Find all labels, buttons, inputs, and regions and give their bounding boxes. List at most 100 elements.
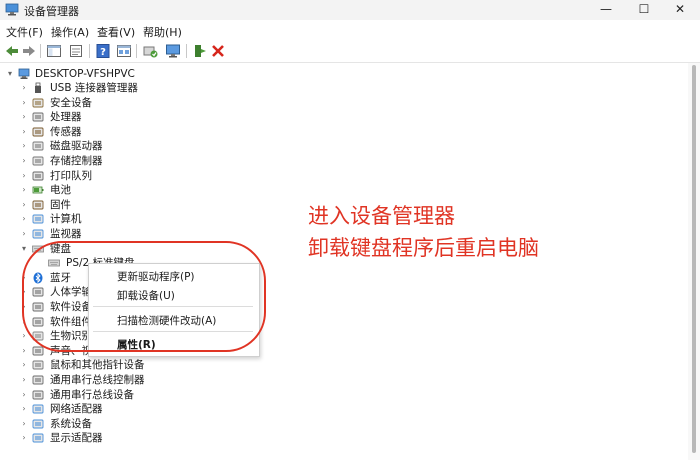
collapsed-caret-icon[interactable]: ›: [20, 417, 28, 431]
security-device-icon: [32, 98, 44, 108]
menu-view[interactable]: 查看(V): [97, 24, 135, 40]
menu-file[interactable]: 文件(F): [6, 24, 43, 40]
monitor-icon[interactable]: [165, 43, 181, 59]
show-hide-console-tree-icon[interactable]: [46, 43, 62, 59]
collapsed-caret-icon[interactable]: ›: [20, 110, 28, 124]
tree-item[interactable]: › 安全设备: [20, 96, 280, 110]
minimize-button[interactable]: —: [586, 0, 626, 20]
tree-item[interactable]: › 通用串行总线控制器: [20, 373, 280, 387]
device-manager-app-icon: [5, 3, 19, 16]
collapsed-caret-icon[interactable]: ›: [20, 227, 28, 241]
tree-item-label: 网络适配器: [50, 403, 103, 416]
sensor-icon: [32, 127, 44, 137]
title-bar: 设备管理器 — ☐ ✕: [0, 0, 700, 20]
window-title: 设备管理器: [24, 5, 79, 18]
collapsed-caret-icon[interactable]: ›: [20, 154, 28, 168]
root-label: DESKTOP-VFSHPVC: [35, 68, 135, 80]
tree-item-label: 磁盘驱动器: [50, 140, 103, 153]
properties-icon[interactable]: [68, 43, 84, 59]
tree-item[interactable]: › 计算机: [20, 212, 280, 226]
collapsed-caret-icon[interactable]: ›: [20, 344, 28, 358]
tree-item-label: 监视器: [50, 228, 82, 240]
tree-item-label: USB 连接器管理器: [50, 82, 138, 94]
tree-item-label: 鼠标和其他指针设备: [50, 359, 145, 372]
forward-arrow-icon[interactable]: [21, 43, 37, 59]
tree-item-label: 通用串行总线设备: [50, 388, 134, 401]
annotation-line-2: 卸载键盘程序后重启电脑: [308, 236, 539, 260]
tree-item[interactable]: › 传感器: [20, 125, 280, 139]
scrollbar-thumb[interactable]: [692, 65, 696, 453]
network-adapter-icon: [32, 404, 44, 414]
update-driver-icon[interactable]: [142, 43, 158, 59]
collapsed-caret-icon[interactable]: ›: [20, 169, 28, 183]
collapsed-caret-icon[interactable]: ›: [20, 183, 28, 197]
tree-item-label: 计算机: [50, 213, 82, 226]
tree-item-label: 电池: [50, 184, 71, 197]
print-queue-icon: [32, 171, 44, 181]
tree-item-label: 安全设备: [50, 96, 92, 109]
tree-item[interactable]: › 监视器: [20, 227, 280, 241]
expanded-caret-icon[interactable]: ▾: [6, 67, 14, 81]
svg-text:?: ?: [100, 47, 106, 58]
expanded-caret-icon[interactable]: ▾: [20, 242, 28, 256]
firmware-icon: [32, 200, 44, 210]
collapsed-caret-icon[interactable]: ›: [20, 358, 28, 372]
highlight-oval: [22, 241, 266, 352]
tree-item[interactable]: › USB 连接器管理器: [20, 81, 280, 95]
toolbar-separator: [40, 44, 41, 58]
close-button[interactable]: ✕: [660, 0, 700, 20]
usb-connector-icon: [35, 82, 41, 93]
tree-item[interactable]: › 固件: [20, 198, 280, 212]
tree-item[interactable]: › 处理器: [20, 110, 280, 124]
tree-item-label: 系统设备: [50, 417, 92, 430]
collapsed-caret-icon[interactable]: ›: [20, 96, 28, 110]
tree-item[interactable]: › 磁盘驱动器: [20, 139, 280, 153]
usb-controller-icon: [32, 375, 44, 385]
tree-item[interactable]: › 通用串行总线设备: [20, 388, 280, 402]
annotation-line-1: 进入设备管理器: [308, 204, 455, 228]
collapsed-caret-icon[interactable]: ›: [20, 81, 28, 95]
toolbar-separator: [136, 44, 137, 58]
tree-item[interactable]: › 显示适配器: [20, 431, 280, 445]
collapsed-caret-icon[interactable]: ›: [20, 431, 28, 445]
uninstall-device-icon[interactable]: [210, 43, 226, 59]
tree-item[interactable]: › 系统设备: [20, 417, 280, 431]
display-adapter-icon: [32, 433, 44, 443]
collapsed-caret-icon[interactable]: ›: [20, 212, 28, 226]
toolbar-separator: [89, 44, 90, 58]
tree-item-label: 处理器: [50, 111, 82, 124]
tree-item[interactable]: › 打印队列: [20, 169, 280, 183]
maximize-button[interactable]: ☐: [624, 0, 664, 20]
toolbar-separator: [186, 44, 187, 58]
collapsed-caret-icon[interactable]: ›: [20, 373, 28, 387]
computer-icon: [32, 214, 44, 224]
storage-controller-icon: [32, 156, 44, 166]
collapsed-caret-icon[interactable]: ›: [20, 388, 28, 402]
disk-drive-icon: [32, 141, 44, 151]
collapsed-caret-icon[interactable]: ›: [20, 402, 28, 416]
battery-icon: [32, 186, 44, 194]
tree-item[interactable]: › 鼠标和其他指针设备: [20, 358, 280, 372]
tree-item-label: 通用串行总线控制器: [50, 374, 145, 386]
view-icon[interactable]: [116, 43, 132, 59]
computer-icon: [18, 68, 30, 79]
tree-item-label: 固件: [50, 198, 71, 211]
tree-root[interactable]: ▾ DESKTOP-VFSHPVC: [0, 67, 300, 81]
tree-item[interactable]: › 电池: [20, 183, 280, 197]
toolbar: ?: [0, 40, 700, 63]
vertical-scrollbar[interactable]: [688, 63, 700, 460]
collapsed-caret-icon[interactable]: ›: [20, 139, 28, 153]
system-device-icon: [32, 419, 44, 429]
tree-item-label: 存储控制器: [50, 155, 103, 167]
back-arrow-icon[interactable]: [4, 43, 20, 59]
menu-action[interactable]: 操作(A): [51, 24, 89, 40]
monitor-icon: [32, 229, 44, 239]
help-icon[interactable]: ?: [95, 43, 111, 59]
usb-device-icon: [32, 390, 44, 400]
enable-device-icon[interactable]: [192, 43, 208, 59]
menu-help[interactable]: 帮助(H): [143, 24, 182, 40]
tree-item[interactable]: › 存储控制器: [20, 154, 280, 168]
collapsed-caret-icon[interactable]: ›: [20, 125, 28, 139]
tree-item[interactable]: › 网络适配器: [20, 402, 280, 416]
collapsed-caret-icon[interactable]: ›: [20, 198, 28, 212]
